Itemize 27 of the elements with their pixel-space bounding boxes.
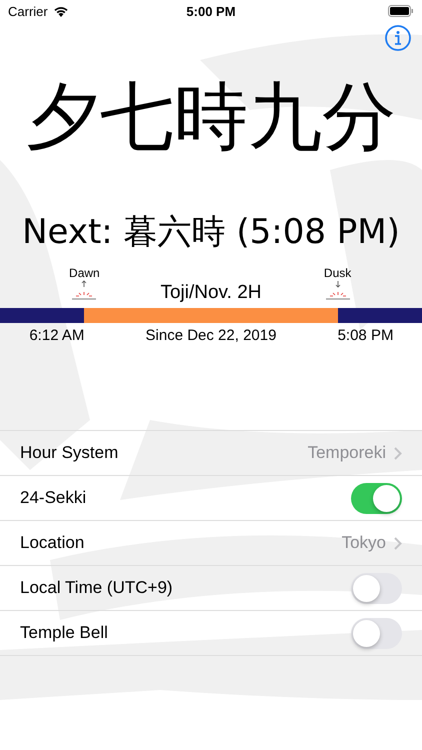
dusk-label: Dusk xyxy=(324,266,352,280)
carrier-name: Carrier xyxy=(8,4,48,18)
chevron-icon xyxy=(394,536,402,550)
setting-value[interactable]: Tokyo xyxy=(342,533,402,553)
setting-label: Location xyxy=(20,533,84,553)
sunrise-icon xyxy=(71,280,98,302)
since-date: Since Dec 22, 2019 xyxy=(146,327,276,344)
setting-label: Hour System xyxy=(20,443,118,463)
dawn-label: Dawn xyxy=(69,266,100,280)
dusk-time: 5:08 PM xyxy=(338,327,394,344)
next-hour: Next: 暮六時 (5:08 PM) xyxy=(21,211,401,254)
status-time: 5:00 PM xyxy=(186,4,236,18)
setting-label: Local Time (UTC+9) xyxy=(20,578,173,598)
toggle-switch[interactable] xyxy=(351,482,402,514)
chevron-icon xyxy=(394,446,402,460)
battery-icon xyxy=(388,5,414,17)
setting-value[interactable]: Temporeki xyxy=(308,443,402,463)
info-button[interactable] xyxy=(384,24,412,52)
setting-label: 24-Sekki xyxy=(20,488,86,508)
dawn-time: 6:12 AM xyxy=(29,327,84,344)
setting-label: Temple Bell xyxy=(20,623,108,643)
toggle-switch[interactable] xyxy=(351,618,402,648)
sekki-label: Toji/Nov. 2H xyxy=(160,282,262,304)
wifi-icon xyxy=(52,5,69,17)
current-hour: 夕七時九分 xyxy=(25,73,397,162)
sunset-icon xyxy=(324,280,351,302)
toggle-switch[interactable] xyxy=(351,572,402,604)
